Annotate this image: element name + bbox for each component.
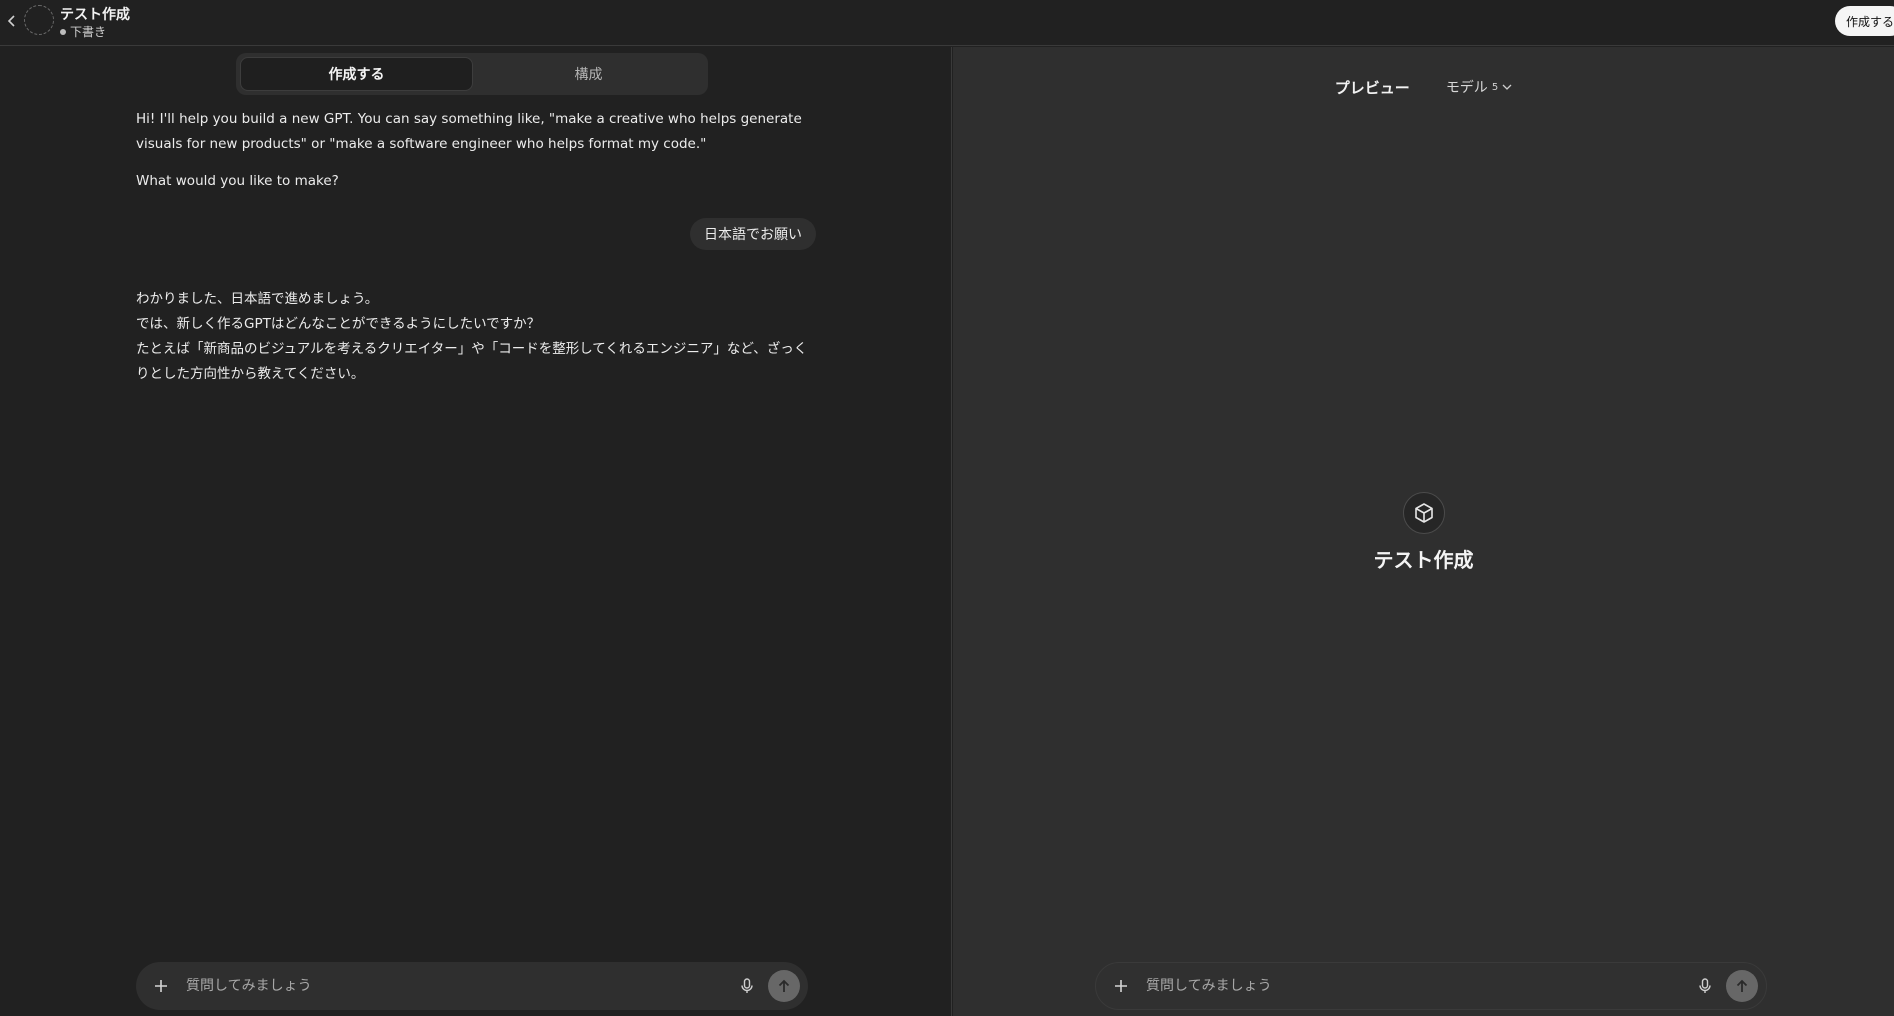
- preview-attach-button[interactable]: [1096, 962, 1146, 1010]
- builder-message-input[interactable]: [186, 978, 732, 994]
- microphone-icon: [741, 978, 753, 993]
- plus-icon: [155, 980, 167, 992]
- tab-create[interactable]: 作成する: [240, 57, 473, 91]
- assistant-reply-line: たとえば「新商品のビジュアルを考えるクリエイター」や「コードを整形してくれるエン…: [136, 341, 808, 382]
- chevron-left-icon: [7, 15, 15, 27]
- send-button[interactable]: [768, 970, 800, 1002]
- arrow-up-icon: [778, 979, 790, 992]
- create-button[interactable]: 作成する: [1835, 6, 1894, 36]
- model-label: モデル: [1445, 80, 1488, 96]
- tab-configure[interactable]: 構成: [473, 57, 704, 91]
- plus-icon: [1115, 980, 1127, 992]
- model-version: 5: [1491, 81, 1499, 93]
- gpt-title: テスト作成: [60, 7, 130, 23]
- arrow-up-icon: [1736, 979, 1748, 992]
- voice-input-button[interactable]: [732, 962, 762, 1010]
- draft-status: 下書き: [60, 23, 106, 40]
- preview-header: プレビュー モデル 5: [953, 67, 1894, 107]
- status-dot-icon: [60, 28, 66, 35]
- cube-icon: [1414, 503, 1433, 523]
- attach-button[interactable]: [136, 962, 186, 1010]
- preview-gpt-card: テスト作成: [953, 492, 1894, 573]
- assistant-reply-message: わかりました、日本語で進めましょう。 では、新しく作るGPTはどんなことができる…: [136, 287, 816, 387]
- builder-composer: [136, 962, 808, 1010]
- builder-pane: 作成する 構成 Hi! I'll help you build a new GP…: [0, 47, 952, 1016]
- gpt-icon-circle: [1402, 492, 1445, 534]
- assistant-reply-line: わかりました、日本語で進めましょう。: [136, 291, 379, 307]
- draft-status-label: 下書き: [70, 25, 107, 39]
- user-message-bubble: 日本語でお願い: [690, 218, 816, 250]
- assistant-reply-line: では、新しく作るGPTはどんなことができるようにしたいですか？: [136, 316, 541, 332]
- preview-gpt-name: テスト作成: [1373, 548, 1474, 572]
- top-bar: テスト作成 下書き 作成する: [0, 0, 1894, 46]
- chevron-down-icon: [1502, 84, 1512, 90]
- preview-voice-input-button[interactable]: [1690, 962, 1720, 1010]
- preview-composer: [1095, 962, 1767, 1010]
- gpt-avatar-placeholder[interactable]: [24, 5, 54, 35]
- preview-send-button[interactable]: [1726, 970, 1758, 1002]
- model-selector[interactable]: モデル 5: [1446, 77, 1512, 97]
- preview-message-input[interactable]: [1146, 978, 1690, 994]
- assistant-question-message: What would you like to make?: [136, 173, 339, 189]
- preview-label: プレビュー: [1334, 78, 1410, 97]
- builder-tabs: 作成する 構成: [236, 53, 708, 95]
- microphone-icon: [1699, 978, 1711, 993]
- back-button[interactable]: [4, 11, 20, 31]
- preview-pane: プレビュー モデル 5 テスト作成: [953, 47, 1894, 1016]
- assistant-intro-message: Hi! I'll help you build a new GPT. You c…: [136, 111, 802, 152]
